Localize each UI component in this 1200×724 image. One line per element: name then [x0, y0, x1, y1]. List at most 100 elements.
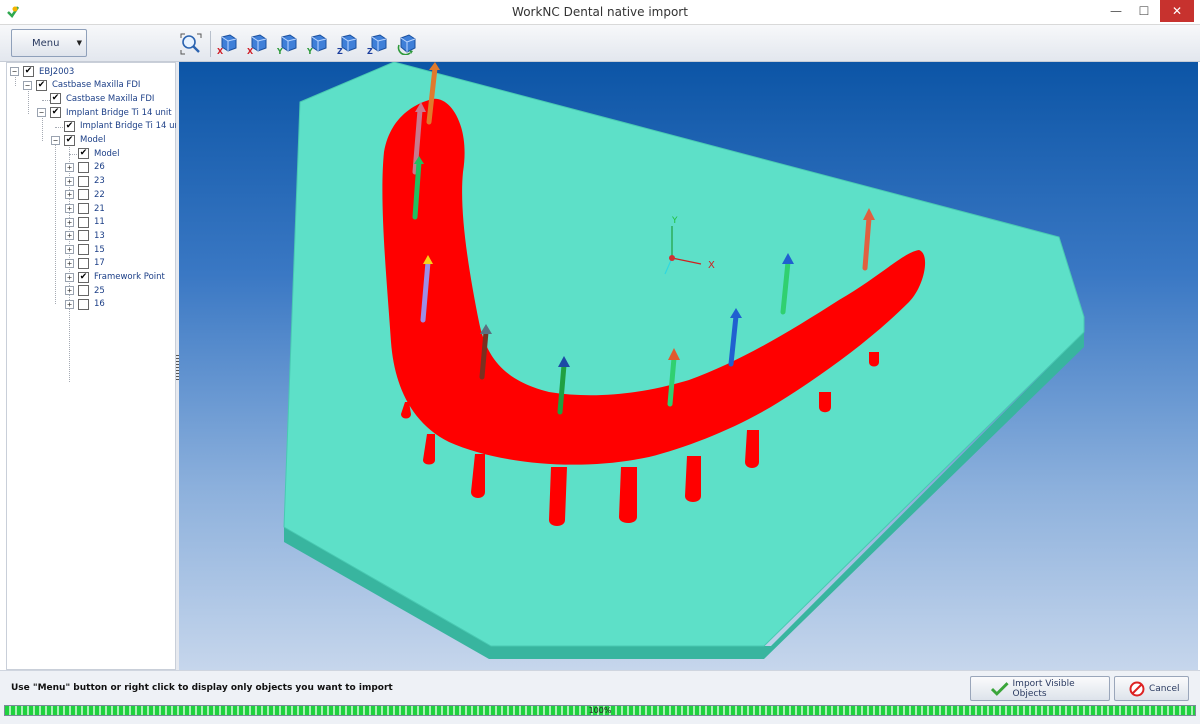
svg-text:X: X — [217, 47, 224, 55]
tree-node-checkbox[interactable] — [78, 161, 89, 173]
tree-node[interactable]: − ✔ Model — [51, 134, 106, 147]
collapse-icon[interactable]: − — [51, 135, 60, 145]
collapse-icon[interactable]: − — [23, 80, 32, 90]
tree-node[interactable]: +11 — [65, 216, 105, 229]
expand-icon[interactable]: + — [65, 299, 74, 309]
tree-node[interactable]: − ✔ Castbase Maxilla FDI — [23, 79, 140, 92]
tree-node[interactable]: +13 — [65, 229, 105, 242]
expand-icon[interactable]: + — [65, 272, 74, 282]
hint-text: Use "Menu" button or right click to disp… — [11, 683, 393, 693]
tree-node[interactable]: +25 — [65, 284, 105, 297]
tree-node[interactable]: +22 — [65, 188, 105, 201]
tree-node-checkbox[interactable] — [78, 189, 89, 201]
tree-node[interactable]: + ✔ Framework Point — [65, 271, 165, 284]
svg-text:Z: Z — [367, 47, 373, 55]
expand-icon[interactable]: + — [65, 286, 74, 296]
tree-node-label: 16 — [94, 299, 105, 310]
toolbar: Menu ▼ X X Y Y Z Z — [0, 25, 1200, 62]
tree-node-label: Castbase Maxilla FDI — [52, 80, 141, 91]
tree-node-checkbox[interactable]: ✔ — [78, 148, 89, 160]
tree-node-label: EBJ2003 — [39, 66, 75, 77]
tree-line — [28, 88, 29, 114]
collapse-icon[interactable]: − — [10, 67, 19, 76]
tree-node-checkbox[interactable]: ✔ — [64, 120, 75, 132]
view-plus-y-icon[interactable]: Y — [306, 33, 328, 55]
tree-node[interactable]: +21 — [65, 202, 105, 215]
expand-icon[interactable]: + — [65, 176, 74, 186]
tree-line — [42, 100, 50, 101]
view-iso-icon[interactable] — [396, 33, 418, 55]
tree-line — [55, 142, 56, 304]
svg-text:Y: Y — [306, 47, 313, 55]
tree-node-checkbox[interactable] — [78, 175, 89, 187]
axis-y-label: Y — [671, 216, 678, 226]
expand-icon[interactable]: + — [65, 258, 74, 268]
tree-node-label: 21 — [94, 203, 105, 214]
maximize-button[interactable]: ☐ — [1131, 0, 1157, 22]
view-minus-x-icon[interactable]: X — [216, 33, 238, 55]
import-visible-objects-button[interactable]: Import Visible Objects — [970, 676, 1110, 701]
tree-node-label: Framework Point — [94, 272, 165, 282]
3d-viewport[interactable]: X Y — [179, 62, 1198, 670]
tree-node-label: 23 — [94, 176, 105, 187]
tree-node-checkbox[interactable] — [78, 230, 89, 242]
zoom-fit-icon[interactable] — [180, 33, 202, 55]
collapse-icon[interactable]: − — [37, 108, 46, 118]
tree-node-checkbox[interactable]: ✔ — [23, 66, 34, 77]
tree-line — [69, 154, 77, 155]
axis-origin — [669, 255, 675, 261]
view-minus-y-icon[interactable]: Y — [276, 33, 298, 55]
view-minus-z-icon[interactable]: Z — [336, 33, 358, 55]
view-plus-z-icon[interactable]: Z — [366, 33, 388, 55]
tree-node-checkbox[interactable] — [78, 285, 89, 297]
tree-node-label: 17 — [94, 258, 105, 269]
tree-node[interactable]: ✔ Implant Bridge Ti 14 unit — [64, 120, 186, 133]
tree-node-label: 22 — [94, 189, 105, 200]
window-title: WorkNC Dental native import — [512, 5, 688, 19]
tree-node[interactable]: +17 — [65, 257, 105, 270]
tree-node-checkbox[interactable]: ✔ — [78, 271, 89, 283]
expand-icon[interactable]: + — [65, 190, 74, 200]
tree-node-checkbox[interactable]: ✔ — [36, 79, 47, 91]
expand-icon[interactable]: + — [65, 204, 74, 213]
tree-node-checkbox[interactable] — [78, 298, 89, 310]
svg-text:X: X — [247, 47, 254, 55]
object-tree[interactable]: − ✔ EBJ2003− ✔ Castbase Maxilla FDI ✔ Castbase… — [6, 62, 186, 670]
expand-icon[interactable]: + — [65, 162, 74, 172]
tree-node[interactable]: − ✔ Implant Bridge Ti 14 unit — [37, 106, 172, 119]
tree-node[interactable]: − ✔ EBJ2003 — [10, 65, 74, 78]
tree-node-label: 26 — [94, 162, 105, 173]
view-plus-x-icon[interactable]: X — [246, 33, 268, 55]
close-button[interactable]: ✕ — [1160, 0, 1194, 22]
import-button-label: Import Visible Objects — [1012, 678, 1075, 699]
menu-button-label: Menu — [32, 37, 60, 49]
tree-node-checkbox[interactable] — [78, 216, 89, 228]
tree-node-checkbox[interactable] — [78, 203, 89, 214]
tree-node[interactable]: +26 — [65, 161, 105, 174]
axis-x-label: X — [708, 260, 715, 271]
svg-text:Z: Z — [337, 47, 343, 55]
minimize-button[interactable]: — — [1103, 0, 1129, 22]
tree-node-label: 15 — [94, 244, 105, 255]
tree-node[interactable]: +15 — [65, 243, 105, 256]
tree-node-label: Castbase Maxilla FDI — [66, 93, 155, 104]
menu-button[interactable]: Menu ▼ — [11, 29, 87, 57]
tree-node-label: 11 — [94, 217, 105, 228]
tree-node-checkbox[interactable] — [78, 257, 89, 269]
3d-scene[interactable]: X Y — [179, 62, 1198, 670]
cancel-button[interactable]: Cancel — [1114, 676, 1189, 701]
toolbar-separator — [210, 31, 211, 57]
expand-icon[interactable]: + — [65, 245, 74, 255]
tree-node-checkbox[interactable]: ✔ — [50, 93, 61, 105]
tree-node-checkbox[interactable]: ✔ — [64, 134, 75, 146]
tree-node[interactable]: ✔ Castbase Maxilla FDI — [50, 92, 154, 105]
tree-node[interactable]: +16 — [65, 298, 105, 311]
tree-node[interactable]: ✔ Model — [78, 147, 120, 160]
tree-node-checkbox[interactable]: ✔ — [50, 107, 61, 119]
tree-node[interactable]: +23 — [65, 175, 105, 188]
expand-icon[interactable]: + — [65, 217, 74, 227]
tree-node-label: Implant Bridge Ti 14 unit — [80, 121, 186, 132]
svg-text:Y: Y — [276, 47, 283, 55]
expand-icon[interactable]: + — [65, 231, 74, 241]
tree-node-checkbox[interactable] — [78, 244, 89, 256]
